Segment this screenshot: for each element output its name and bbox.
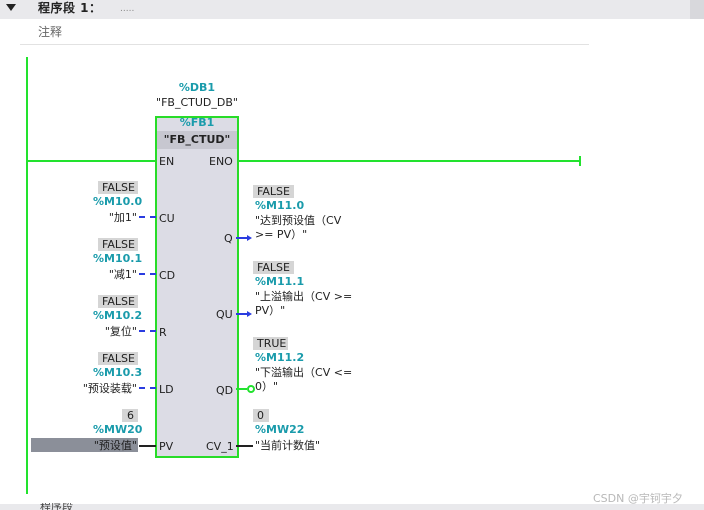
qu-wire[interactable] xyxy=(236,313,247,315)
qd-value: TRUE xyxy=(253,337,288,350)
ld-symbol[interactable]: "预设装载" xyxy=(67,382,137,395)
pin-qd[interactable]: QD xyxy=(216,384,233,397)
watermark: CSDN @宇钶宇夕 xyxy=(593,492,683,505)
qd-symbol-line1[interactable]: "下溢输出（CV <= xyxy=(255,366,352,379)
cv-symbol[interactable]: "当前计数值" xyxy=(255,439,320,452)
ld-wire[interactable] xyxy=(139,387,156,389)
r-symbol[interactable]: "复位" xyxy=(90,325,137,338)
network-title-ellipsis[interactable]: ..... xyxy=(120,2,134,16)
qd-address[interactable]: %M11.2 xyxy=(255,351,304,364)
eno-wire-end xyxy=(579,156,581,166)
pin-q[interactable]: Q xyxy=(224,232,233,245)
q-wire[interactable] xyxy=(236,237,247,239)
qu-value: FALSE xyxy=(253,261,294,274)
q-symbol-line1[interactable]: "达到预设值（CV xyxy=(255,214,341,227)
pin-eno[interactable]: ENO xyxy=(209,155,233,168)
collapse-arrow-icon[interactable] xyxy=(6,4,16,11)
qu-symbol-line2[interactable]: PV）" xyxy=(255,304,285,317)
next-network-title: 程序段 xyxy=(40,503,73,510)
cd-value: FALSE xyxy=(98,238,138,251)
q-symbol-line2[interactable]: >= PV）" xyxy=(255,228,307,241)
ld-value: FALSE xyxy=(98,352,138,365)
pin-pv[interactable]: PV xyxy=(159,440,173,453)
pin-cv[interactable]: CV_1 xyxy=(206,440,234,453)
cu-value: FALSE xyxy=(98,181,138,194)
comment-placeholder: 注释 xyxy=(38,25,63,39)
q-arrow-icon xyxy=(247,235,252,241)
r-value: FALSE xyxy=(98,295,138,308)
q-address[interactable]: %M11.0 xyxy=(255,199,304,212)
cd-address[interactable]: %M10.1 xyxy=(93,252,142,265)
ld-address[interactable]: %M10.3 xyxy=(93,366,142,379)
qu-address[interactable]: %M11.1 xyxy=(255,275,304,288)
network-title: 程序段 1： xyxy=(38,1,102,15)
header-scroll-handle[interactable] xyxy=(690,0,704,19)
fb-name: "FB_CTUD" xyxy=(163,133,231,146)
qd-wire[interactable] xyxy=(236,388,247,390)
pin-ld[interactable]: LD xyxy=(159,383,174,396)
eno-wire[interactable] xyxy=(236,160,580,162)
pv-symbol[interactable]: "预设值" xyxy=(80,439,137,452)
en-wire[interactable] xyxy=(28,160,156,162)
pin-en[interactable]: EN xyxy=(159,155,174,168)
qd-symbol-line2[interactable]: 0）" xyxy=(255,380,278,393)
r-address[interactable]: %M10.2 xyxy=(93,309,142,322)
pin-cu[interactable]: CU xyxy=(159,212,175,225)
fb-address: %FB1 xyxy=(179,116,215,129)
network-header[interactable] xyxy=(0,0,704,19)
instance-db-address[interactable]: %DB1 xyxy=(155,81,239,94)
pv-wire[interactable] xyxy=(139,445,156,447)
pin-qu[interactable]: QU xyxy=(216,308,233,321)
cu-symbol[interactable]: "加1" xyxy=(97,211,137,224)
qu-arrow-icon xyxy=(247,311,252,317)
cu-wire[interactable] xyxy=(139,216,156,218)
cv-wire[interactable] xyxy=(236,445,253,447)
cu-address[interactable]: %M10.0 xyxy=(93,195,142,208)
qu-symbol-line1[interactable]: "上溢输出（CV >= xyxy=(255,290,352,303)
cv-address[interactable]: %MW22 xyxy=(255,423,304,436)
pv-address[interactable]: %MW20 xyxy=(93,423,142,436)
instance-db-name[interactable]: "FB_CTUD_DB" xyxy=(150,96,244,109)
cv-value: 0 xyxy=(253,409,269,422)
cd-wire[interactable] xyxy=(139,273,156,275)
qd-coil-end-icon xyxy=(247,385,255,393)
power-rail xyxy=(26,57,28,494)
r-wire[interactable] xyxy=(139,330,156,332)
pv-value: 6 xyxy=(122,409,138,422)
pin-r[interactable]: R xyxy=(159,326,167,339)
pin-cd[interactable]: CD xyxy=(159,269,175,282)
comment-field[interactable] xyxy=(20,20,589,45)
q-value: FALSE xyxy=(253,185,294,198)
cd-symbol[interactable]: "减1" xyxy=(97,268,137,281)
